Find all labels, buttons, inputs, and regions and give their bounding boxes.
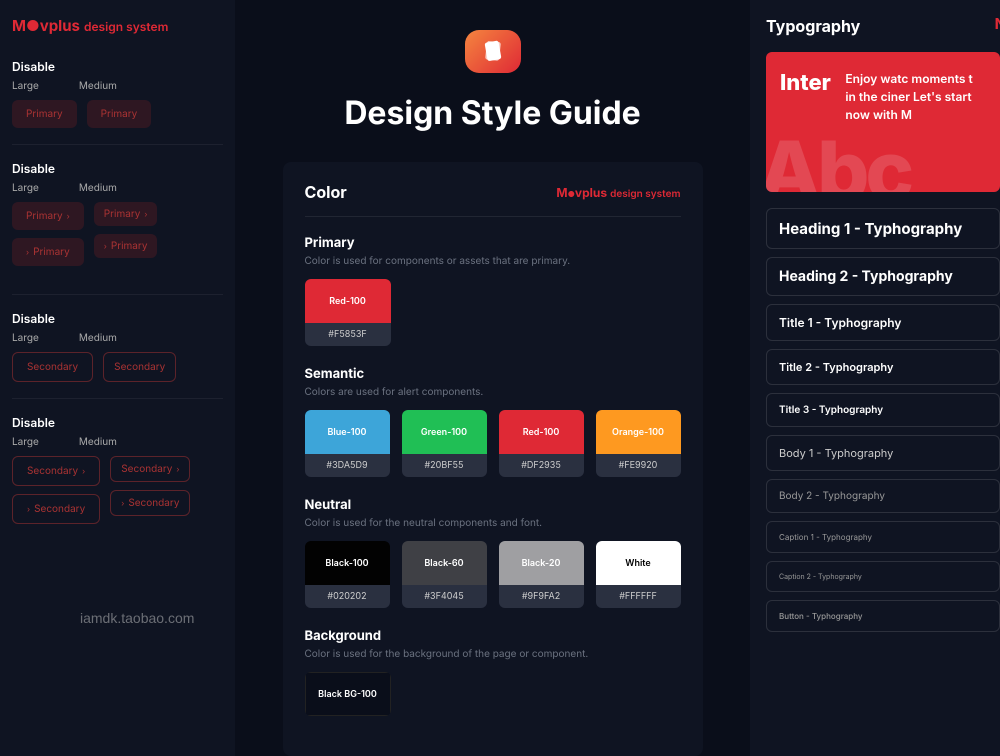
size-large: Large	[12, 436, 39, 448]
secondary-button-chevron-medium: Secondary›	[110, 456, 190, 482]
swatch-name: Black-60	[402, 541, 487, 585]
chevron-right-icon: ›	[26, 247, 29, 257]
swatch-hex: #020202	[305, 585, 390, 608]
typo-caption-2: Caption 2 - Typhography	[766, 561, 1000, 592]
section-label: Disable	[12, 161, 223, 176]
semantic-section-title: Semantic	[305, 366, 681, 382]
section-label: Disable	[12, 311, 223, 326]
brand-logo: M●vplus design system	[12, 16, 223, 35]
swatch-black-20: Black-20#9F9FA2	[499, 541, 584, 608]
swatch-name: Orange-100	[596, 410, 681, 454]
swatch-red-100: Red-100 #F5853F	[305, 279, 391, 346]
abc-background: Abc	[766, 121, 910, 192]
size-large: Large	[12, 332, 39, 344]
background-section-title: Background	[305, 628, 681, 644]
swatch-hex: #3DA5D9	[305, 454, 390, 477]
chevron-right-icon: ›	[121, 498, 124, 508]
swatch-name: White	[596, 541, 681, 585]
swatch-red-semantic: Red-100#DF2935	[499, 410, 584, 477]
swatch-green-100: Green-100#20BF55	[402, 410, 487, 477]
color-card: Color M●vplus design system Primary Colo…	[283, 162, 703, 756]
background-section-desc: Color is used for the background of the …	[305, 648, 681, 660]
swatch-blue-100: Blue-100#3DA5D9	[305, 410, 390, 477]
chevron-right-icon: ›	[82, 466, 85, 476]
size-large: Large	[12, 80, 39, 92]
swatch-name: Black-100	[305, 541, 390, 585]
secondary-button-chevron: ›Secondary	[12, 494, 100, 524]
brand-sub: design system	[84, 19, 168, 34]
page-title: Design Style Guide	[344, 93, 640, 132]
semantic-section-desc: Colors are used for alert components.	[305, 386, 681, 398]
typo-heading-1: Heading 1 - Typhography	[766, 208, 1000, 249]
app-icon	[465, 30, 521, 73]
typo-button: Button - Typhography	[766, 600, 1000, 632]
swatch-name: Black BG-100	[305, 672, 391, 716]
size-large: Large	[12, 182, 39, 194]
swatch-hex: #20BF55	[402, 454, 487, 477]
font-showcase: Inter Enjoy watc moments t in the ciner …	[766, 52, 1000, 192]
typo-body-2: Body 2 - Typhography	[766, 479, 1000, 513]
size-medium: Medium	[79, 436, 117, 448]
chevron-right-icon: ›	[67, 211, 70, 221]
swatch-orange-100: Orange-100#FE9920	[596, 410, 681, 477]
primary-section-title: Primary	[305, 235, 681, 251]
left-panel: M●vplus design system Disable Large Medi…	[0, 0, 235, 756]
typo-heading-2: Heading 2 - Typhography	[766, 257, 1000, 296]
swatch-black-bg-100: Black BG-100	[305, 672, 391, 716]
card-brand: M●vplus design system	[556, 185, 680, 200]
swatch-name: Green-100	[402, 410, 487, 454]
right-panel: Typography N Inter Enjoy watc moments t …	[750, 0, 1000, 756]
chevron-right-icon: ›	[27, 504, 30, 514]
primary-button-disabled-large: Primary	[12, 100, 77, 128]
typo-title-2: Title 2 - Typhography	[766, 349, 1000, 385]
chevron-right-icon: ›	[176, 464, 179, 474]
primary-button-chevron-medium: Primary›	[94, 202, 158, 226]
section-label: Disable	[12, 415, 223, 430]
card-stack-icon	[479, 38, 507, 66]
primary-button-chevron: ›Primary	[12, 238, 84, 266]
size-medium: Medium	[79, 332, 117, 344]
primary-button-chevron: Primary›	[12, 202, 84, 230]
swatch-black-60: Black-60#3F4045	[402, 541, 487, 608]
secondary-button-disabled: Secondary	[12, 352, 93, 382]
typo-caption-1: Caption 1 - Typhography	[766, 521, 1000, 553]
secondary-button-chevron-medium: ›Secondary	[110, 490, 190, 516]
font-tagline: Enjoy watc moments t in the ciner Let's …	[845, 70, 975, 124]
card-title: Color	[305, 182, 347, 202]
typo-body-1: Body 1 - Typhography	[766, 435, 1000, 471]
swatch-black-100: Black-100#020202	[305, 541, 390, 608]
swatch-hex: #FFFFFF	[596, 585, 681, 608]
chevron-right-icon: ›	[144, 209, 147, 219]
chevron-right-icon: ›	[104, 241, 107, 251]
section-label: Disable	[12, 59, 223, 74]
swatch-white: White#FFFFFF	[596, 541, 681, 608]
swatch-name: Black-20	[499, 541, 584, 585]
primary-button-chevron-medium: ›Primary	[94, 234, 158, 258]
font-name: Inter	[780, 70, 831, 96]
size-medium: Medium	[79, 182, 117, 194]
size-medium: Medium	[79, 80, 117, 92]
neutral-section-desc: Color is used for the neutral components…	[305, 517, 681, 529]
primary-button-disabled-medium: Primary	[87, 100, 152, 128]
typo-title-1: Title 1 - Typhography	[766, 304, 1000, 341]
center-area: Design Style Guide Color M●vplus design …	[235, 0, 750, 756]
swatch-name: Red-100	[305, 279, 391, 323]
swatch-name: Red-100	[499, 410, 584, 454]
watermark: iamdk.taobao.com	[80, 610, 194, 626]
neutral-section-title: Neutral	[305, 497, 681, 513]
typography-title: Typography	[766, 16, 1000, 36]
secondary-button-chevron: Secondary›	[12, 456, 100, 486]
secondary-button-disabled: Secondary	[103, 352, 176, 382]
swatch-hex: #F5853F	[305, 323, 391, 346]
swatch-hex: #9F9FA2	[499, 585, 584, 608]
primary-section-desc: Color is used for components or assets t…	[305, 255, 681, 267]
swatch-name: Blue-100	[305, 410, 390, 454]
swatch-hex: #FE9920	[596, 454, 681, 477]
swatch-hex: #DF2935	[499, 454, 584, 477]
typo-title-3: Title 3 - Typhography	[766, 393, 1000, 427]
brand-letter: N	[995, 14, 1000, 33]
swatch-hex: #3F4045	[402, 585, 487, 608]
